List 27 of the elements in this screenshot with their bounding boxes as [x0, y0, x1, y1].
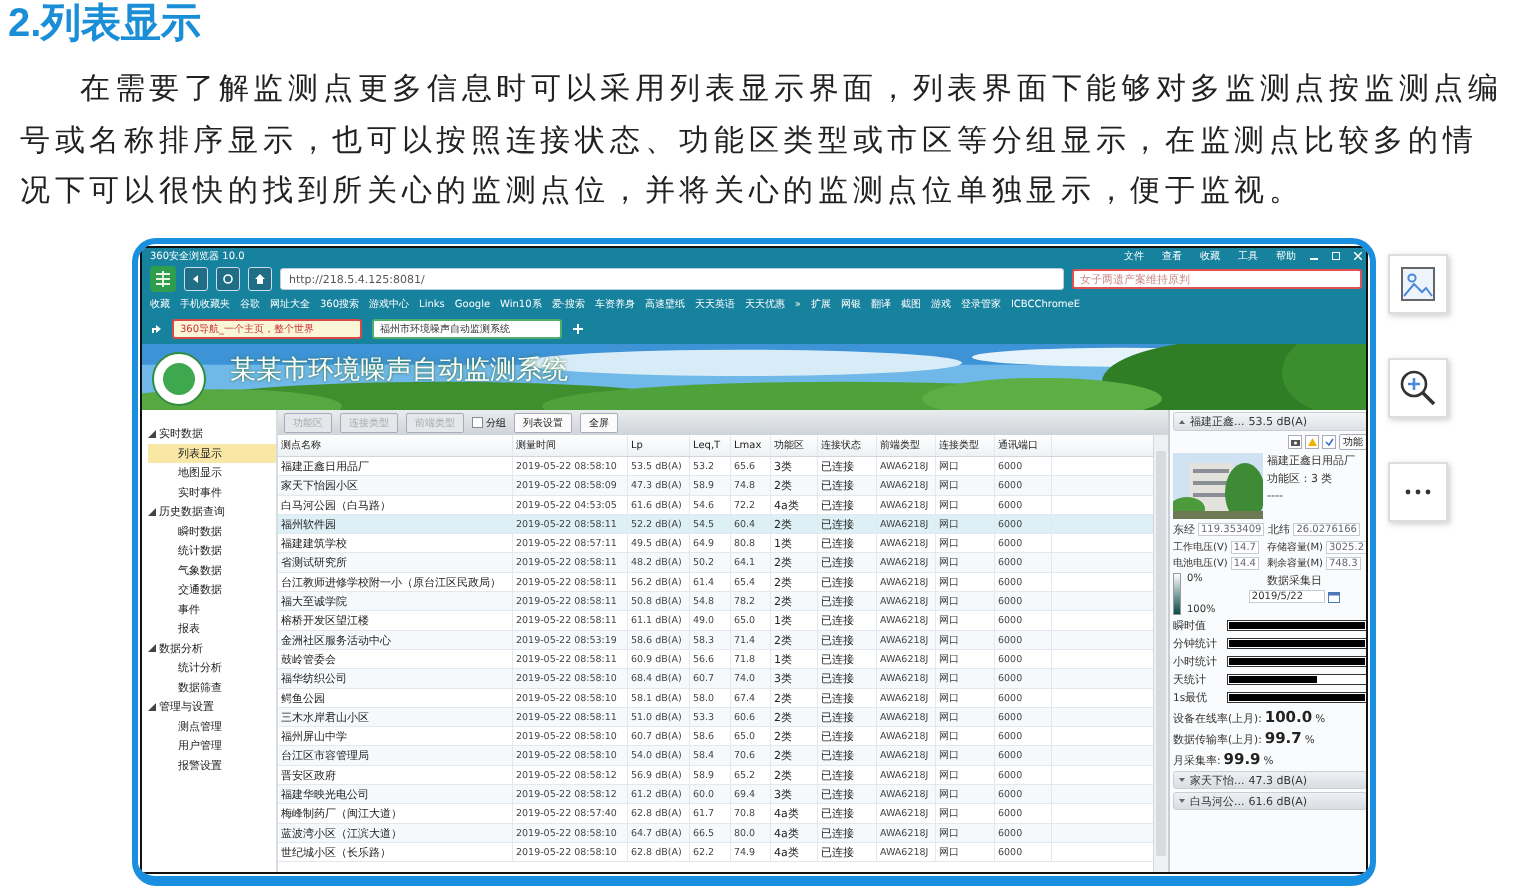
share-icon[interactable]: [150, 322, 162, 334]
expand-icon[interactable]: [148, 506, 156, 515]
calendar-icon[interactable]: [1327, 589, 1340, 602]
color-scale: [1173, 572, 1181, 614]
check-icon[interactable]: [1322, 434, 1336, 448]
scrollbar[interactable]: [1153, 434, 1168, 871]
emblem-icon: [152, 351, 206, 405]
expand-icon[interactable]: [148, 701, 156, 710]
zoom-in-icon[interactable]: [1388, 357, 1448, 417]
expand-icon[interactable]: [1178, 796, 1186, 804]
image-icon[interactable]: [1388, 253, 1448, 313]
home-icon[interactable]: [254, 272, 266, 284]
checkbox[interactable]: [472, 416, 483, 427]
logo-icon: [150, 265, 176, 291]
expand-icon[interactable]: [148, 643, 156, 652]
back-button[interactable]: [184, 266, 208, 290]
expand-icon[interactable]: [1178, 775, 1186, 783]
refresh-icon[interactable]: [222, 272, 234, 284]
body-paragraph: 在需要了解监测点更多信息时可以采用列表显示界面，列表界面下能够对多监测点按监测点编号或名称排序显示，也可以按照连接状态、功能区类型或市区等分组显示，在监测点比较多的情况下可以很快的找到所关心的监测点位，并将关心的监测点位单独显示，便于监视。: [20, 68, 1505, 212]
plus-icon[interactable]: [572, 322, 584, 334]
section-heading: 2.列表显示: [6, 0, 204, 48]
close-icon[interactable]: [1354, 251, 1362, 259]
refresh-button[interactable]: [216, 266, 240, 290]
home-button[interactable]: [248, 266, 272, 290]
back-icon[interactable]: [190, 272, 202, 284]
camera-icon[interactable]: [1288, 434, 1302, 448]
expand-icon[interactable]: [148, 428, 156, 437]
